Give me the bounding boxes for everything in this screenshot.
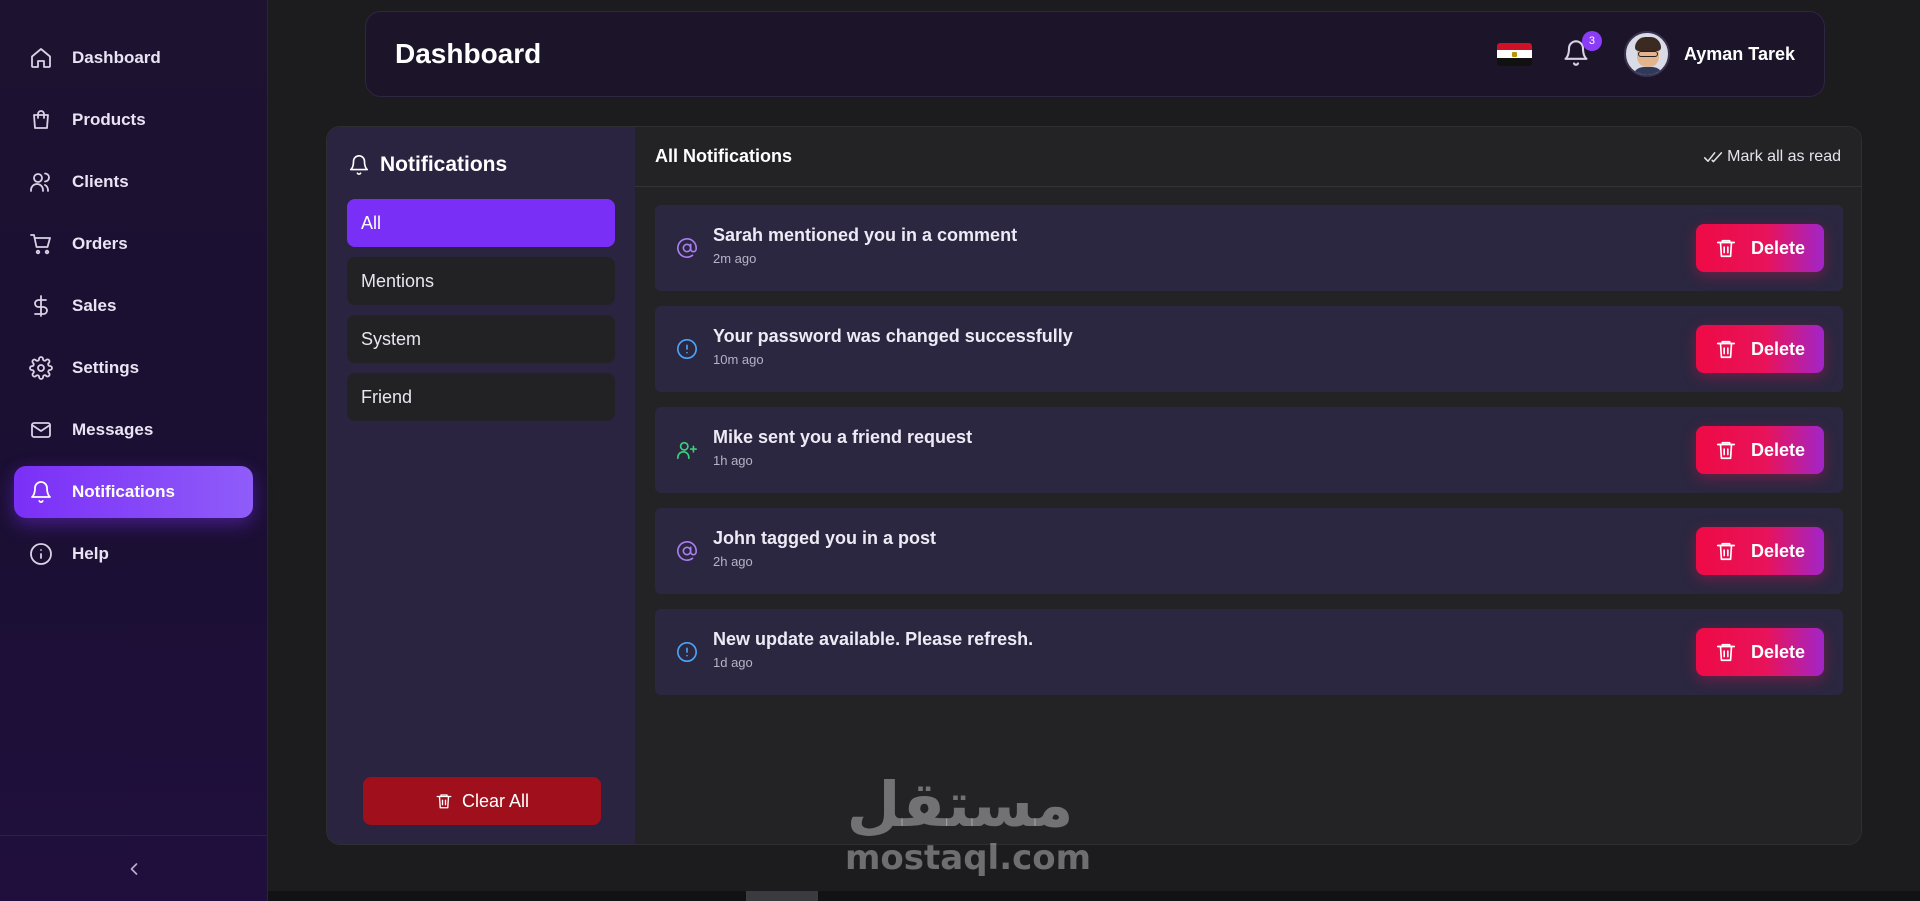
notification-time: 2m ago: [713, 250, 757, 266]
delete-label: Delete: [1750, 641, 1806, 662]
notification-item[interactable]: Mike sent you a friend request 1h ago De…: [655, 407, 1843, 493]
sidebar-item-label: Products: [72, 110, 146, 129]
trash-icon: [1716, 441, 1736, 460]
sidebar-item-label: Orders: [72, 234, 128, 253]
top-header: Dashboard 3 Ayman Tarek: [365, 11, 1825, 97]
alert-circle-icon: [675, 640, 699, 664]
notification-item[interactable]: John tagged you in a post 2h ago Delete: [655, 508, 1843, 594]
sidebar-item-help[interactable]: Help: [14, 528, 253, 580]
sidebar-item-label: Notifications: [72, 482, 175, 501]
notification-item[interactable]: Sarah mentioned you in a comment 2m ago …: [655, 205, 1843, 291]
sidebar-item-label: Clients: [72, 172, 129, 191]
notification-message: Sarah mentioned you in a comment: [713, 224, 1018, 245]
users-icon: [28, 169, 54, 195]
notifications-bell-button[interactable]: 3: [1562, 31, 1602, 69]
sidebar-item-label: Help: [72, 544, 109, 563]
notification-message: New update available. Please refresh.: [713, 628, 1034, 649]
notification-item[interactable]: New update available. Please refresh. 1d…: [655, 609, 1843, 695]
sidebar-item-notifications[interactable]: Notifications: [14, 466, 253, 518]
notification-message: Your password was changed successfully: [713, 325, 1073, 346]
sidebar-item-label: Sales: [72, 296, 117, 315]
mark-all-read-label: Mark all as read: [1727, 147, 1841, 165]
trash-icon: [436, 794, 452, 809]
notification-time: 10m ago: [713, 351, 764, 367]
user-menu[interactable]: Ayman Tarek: [1623, 31, 1795, 77]
user-name: Ayman Tarek: [1683, 43, 1795, 64]
delete-label: Delete: [1750, 237, 1806, 258]
sidebar-item-messages[interactable]: Messages: [14, 404, 253, 456]
trash-icon: [1716, 340, 1736, 359]
delete-button[interactable]: Delete: [1696, 224, 1824, 272]
bell-icon: [28, 479, 54, 505]
delete-label: Delete: [1750, 338, 1806, 359]
mark-all-read-button[interactable]: Mark all as read: [1703, 147, 1841, 167]
user-plus-icon: [675, 438, 699, 462]
watermark-latin: mostaql.com: [845, 838, 1092, 878]
notification-item[interactable]: Your password was changed successfully 1…: [655, 306, 1843, 392]
double-check-icon: [1704, 151, 1723, 162]
sidebar-nav: Dashboard Products Clients Orders Sales …: [14, 32, 253, 590]
clear-all-label: Clear All: [461, 790, 530, 811]
sidebar-item-label: Settings: [72, 358, 140, 377]
filter-mentions[interactable]: Mentions: [347, 257, 615, 305]
filters-title-label: Notifications: [380, 153, 508, 176]
notification-message: Mike sent you a friend request: [713, 426, 973, 447]
delete-button[interactable]: Delete: [1696, 426, 1824, 474]
sidebar-item-orders[interactable]: Orders: [14, 218, 253, 270]
at-sign-icon: [675, 539, 699, 563]
mail-icon: [28, 417, 54, 443]
delete-label: Delete: [1750, 439, 1806, 460]
gear-icon: [28, 355, 54, 381]
cart-icon: [28, 231, 54, 257]
shopping-bag-icon: [28, 107, 54, 133]
sidebar-item-settings[interactable]: Settings: [14, 342, 253, 394]
trash-icon: [1716, 239, 1736, 258]
avatar: [1623, 31, 1670, 77]
sidebar-item-products[interactable]: Products: [14, 94, 253, 146]
delete-button[interactable]: Delete: [1696, 325, 1824, 373]
filter-all[interactable]: All: [347, 199, 615, 247]
home-icon: [28, 45, 54, 71]
content-header: All Notifications Mark all as read: [635, 127, 1861, 187]
notification-time: 2h ago: [713, 553, 753, 569]
filters-title: Notifications: [347, 149, 615, 181]
chevron-left-icon[interactable]: [119, 854, 149, 884]
sidebar-footer: [0, 835, 267, 901]
filter-friend[interactable]: Friend: [347, 373, 615, 421]
page-title: Dashboard: [395, 38, 542, 69]
notifications-content: All Notifications Mark all as read Sarah…: [635, 127, 1861, 844]
alert-circle-icon: [675, 337, 699, 361]
trash-icon: [1716, 643, 1736, 662]
notifications-panel: Notifications All Mentions System Friend…: [326, 126, 1862, 845]
horizontal-scrollbar[interactable]: [268, 891, 1920, 901]
delete-button[interactable]: Delete: [1696, 527, 1824, 575]
notification-count-badge: 3: [1581, 31, 1602, 51]
notification-time: 1h ago: [713, 452, 753, 468]
egypt-flag-icon[interactable]: [1496, 42, 1532, 66]
sidebar-item-sales[interactable]: Sales: [14, 280, 253, 332]
dollar-icon: [28, 293, 54, 319]
scrollbar-thumb[interactable]: [746, 891, 818, 901]
notification-list: Sarah mentioned you in a comment 2m ago …: [655, 205, 1843, 710]
trash-icon: [1716, 542, 1736, 561]
clear-all-button[interactable]: Clear All: [363, 777, 601, 825]
sidebar-item-dashboard[interactable]: Dashboard: [14, 32, 253, 84]
bell-icon: [349, 155, 369, 176]
info-icon: [28, 541, 54, 567]
content-title: All Notifications: [655, 146, 793, 166]
delete-label: Delete: [1750, 540, 1806, 561]
notification-filters: Notifications All Mentions System Friend…: [327, 127, 635, 844]
sidebar-item-clients[interactable]: Clients: [14, 156, 253, 208]
sidebar-item-label: Dashboard: [72, 48, 161, 67]
sidebar: Dashboard Products Clients Orders Sales …: [0, 0, 268, 901]
delete-button[interactable]: Delete: [1696, 628, 1824, 676]
at-sign-icon: [675, 236, 699, 260]
notification-time: 1d ago: [713, 654, 753, 670]
sidebar-item-label: Messages: [72, 420, 154, 439]
notification-message: John tagged you in a post: [713, 527, 937, 548]
filter-system[interactable]: System: [347, 315, 615, 363]
